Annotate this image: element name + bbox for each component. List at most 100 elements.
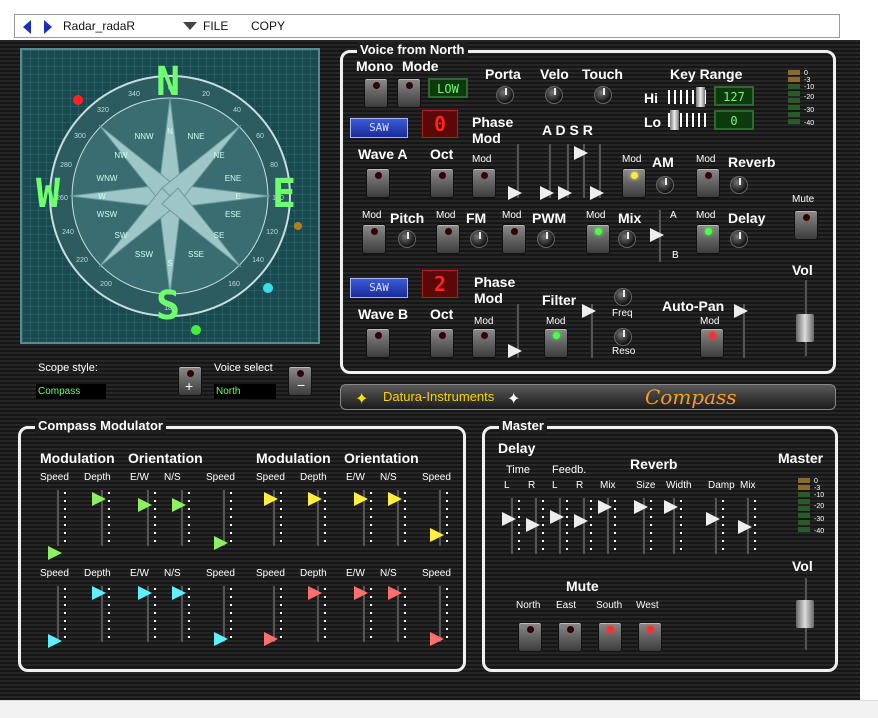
mute-button[interactable] [794,210,818,240]
slider-thumb[interactable] [574,146,588,160]
mix-knob[interactable] [618,230,636,248]
slider-ticks [370,588,372,638]
slider-thumb[interactable] [502,512,516,526]
master-slider[interactable] [510,498,513,554]
pwm-mod-button[interactable] [502,224,526,254]
copy-menu[interactable]: COPY [251,19,285,33]
slider-ticks [64,588,66,638]
slider-thumb[interactable] [430,528,444,542]
oct-a-button[interactable] [430,168,454,198]
reso-label: Reso [612,346,636,357]
scope-style-value[interactable]: Compass [36,384,106,399]
slider-thumb[interactable] [264,492,278,506]
lo-slider[interactable] [668,110,708,130]
slider-thumb[interactable] [550,510,564,524]
mute-south-button[interactable] [598,622,622,652]
hi-slider[interactable] [668,87,708,107]
slider-thumb[interactable] [92,492,106,506]
slider-thumb[interactable] [430,632,444,646]
previous-arrow-icon[interactable] [23,20,31,34]
slider-thumb[interactable] [308,492,322,506]
mute-east-button[interactable] [558,622,582,652]
am-knob[interactable] [656,176,674,194]
voice-minus-button[interactable]: − [288,366,312,396]
auto-pan-mod-button[interactable] [700,328,724,358]
slider-thumb[interactable] [264,632,278,646]
reso-knob[interactable] [614,328,632,346]
slider-thumb[interactable] [738,520,752,534]
delay-knob[interactable] [730,230,748,248]
slider-thumb[interactable] [308,586,322,600]
slider-thumb[interactable] [48,634,62,648]
slider-thumb[interactable] [138,586,152,600]
voice-vol-thumb[interactable] [796,314,814,342]
slider-thumb[interactable] [48,546,62,560]
mute-north-button[interactable] [518,622,542,652]
slider-thumb[interactable] [574,514,588,528]
slider-thumb[interactable] [214,632,228,646]
slider-thumb[interactable] [388,492,402,506]
slider-thumb[interactable] [354,492,368,506]
master-slider[interactable] [714,498,717,554]
slider-thumb[interactable] [354,586,368,600]
fm-knob[interactable] [470,230,488,248]
slider-thumb[interactable] [664,500,678,514]
oct-a-display[interactable]: 0 [422,110,458,138]
slider-thumb[interactable] [706,512,720,526]
filter-mod-button[interactable] [544,328,568,358]
pwm-label: PWM [532,210,567,226]
mute-west-button[interactable] [638,622,662,652]
phase-a-label: Phase [472,114,514,130]
next-arrow-icon[interactable] [44,20,52,34]
slider-thumb[interactable] [92,586,106,600]
slider-thumb[interactable] [582,304,596,318]
pwm-knob[interactable] [537,230,555,248]
voice-select-value[interactable]: North [214,384,276,399]
mono-button[interactable] [364,78,388,108]
phase-mod-a-button[interactable] [472,168,496,198]
slider-thumb[interactable] [388,586,402,600]
chevron-down-icon[interactable] [183,22,197,30]
mode-button[interactable] [397,78,421,108]
slider-thumb[interactable] [214,536,228,550]
oct-b-button[interactable] [430,328,454,358]
porta-knob[interactable] [496,86,514,104]
slider-thumb[interactable] [172,498,186,512]
wave-a-display[interactable]: SAW [350,118,408,138]
slider-thumb[interactable] [634,500,648,514]
freq-knob[interactable] [614,288,632,306]
wave-a-button[interactable] [366,168,390,198]
oct-b-display[interactable]: 2 [422,270,458,298]
wave-b-button[interactable] [366,328,390,358]
slider-thumb[interactable] [508,344,522,358]
scope-plus-button[interactable]: + [178,366,202,396]
phase-mod-b-button[interactable] [472,328,496,358]
delay-mod-button[interactable] [696,224,720,254]
master-vol-thumb[interactable] [796,600,814,628]
slider-thumb[interactable] [598,500,612,514]
slider-thumb[interactable] [590,186,604,200]
mix-mod-button[interactable] [586,224,610,254]
master-slider[interactable] [558,498,561,554]
radar-scope[interactable]: NSWE NNE NE ENE ESE SE SSE SSW SW WSW WNW NW NNW … [20,48,320,344]
slider-thumb[interactable] [138,498,152,512]
velo-knob[interactable] [545,86,563,104]
slider-thumb[interactable] [526,518,540,532]
pitch-mod-button[interactable] [362,224,386,254]
slider-thumb[interactable] [172,586,186,600]
reverb-mod-button[interactable] [696,168,720,198]
fm-mod-button[interactable] [436,224,460,254]
svg-text:220: 220 [76,257,88,264]
slider-thumb[interactable] [734,304,748,318]
reverb-knob[interactable] [730,176,748,194]
slider-thumb[interactable] [650,228,664,242]
pitch-knob[interactable] [398,230,416,248]
slider-thumb[interactable] [508,186,522,200]
touch-knob[interactable] [594,86,612,104]
am-mod-button[interactable] [622,168,646,198]
file-menu[interactable]: FILE [203,19,228,33]
mod-slider[interactable] [56,490,59,546]
wave-b-display[interactable]: SAW [350,278,408,298]
slider-thumb[interactable] [558,186,572,200]
slider-thumb[interactable] [540,186,554,200]
